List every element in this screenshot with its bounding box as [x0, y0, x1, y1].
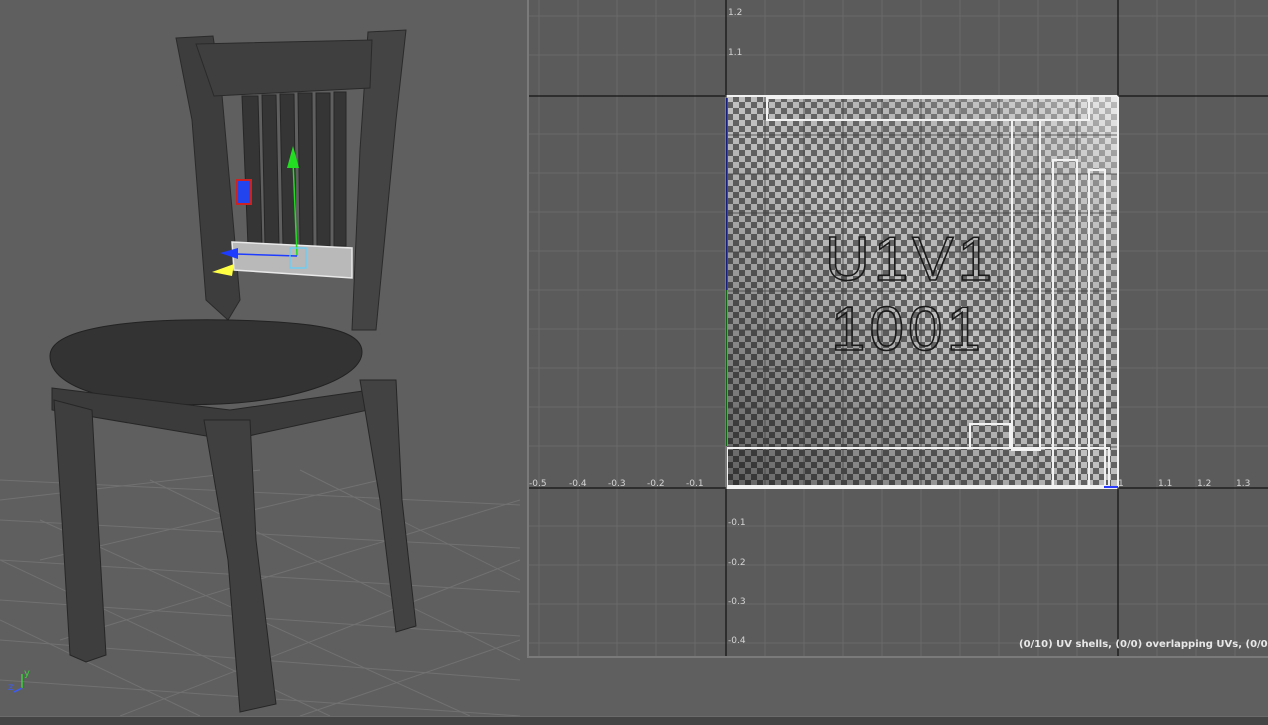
- u-tick: -0.2: [647, 479, 665, 489]
- manip-plane-handle-icon[interactable]: [236, 179, 252, 205]
- u-tick: 1: [1118, 479, 1124, 489]
- uv-editor-canvas: U1V1 1001 -0.5 -0.4 -0.3 -0.2 -0.1 1 1.1…: [529, 0, 1268, 656]
- v-tick: -0.1: [728, 518, 746, 528]
- u-tick: 1.1: [1158, 479, 1172, 489]
- v-tick: -0.3: [728, 597, 746, 607]
- axis-z-label: z: [8, 682, 13, 693]
- chair-front-leg-right: [203, 419, 277, 713]
- axis-y-label: y: [24, 668, 30, 679]
- u-tick: -0.1: [686, 479, 704, 489]
- uv-tile-1001[interactable]: U1V1 1001: [726, 96, 1118, 488]
- u-tick: -0.4: [569, 479, 587, 489]
- chair-front-leg-left: [53, 399, 107, 663]
- chair-seat-cushion: [49, 319, 363, 406]
- v-tick: -0.4: [728, 636, 746, 646]
- chair-back-leg-right: [359, 379, 417, 633]
- v-tick: 1.1: [728, 48, 742, 58]
- v-tick: -0.2: [728, 558, 746, 568]
- tile-label-u1v1: U1V1: [825, 225, 996, 294]
- u-tick: 1.3: [1236, 479, 1250, 489]
- u-tick: -0.5: [529, 479, 547, 489]
- uv-status-readout: (0/10) UV shells, (0/0) overlapping UVs,…: [1019, 639, 1268, 650]
- tile-label-1001: 1001: [831, 295, 985, 364]
- uv-editor-panel[interactable]: U1V1 1001 -0.5 -0.4 -0.3 -0.2 -0.1 1 1.1…: [527, 0, 1268, 658]
- u-tick: -0.3: [608, 479, 626, 489]
- chair-top-rail: [195, 39, 373, 97]
- u-tick: 1.2: [1197, 479, 1211, 489]
- chair-selected-rail[interactable]: [231, 241, 353, 279]
- v-tick: 1.2: [728, 8, 742, 18]
